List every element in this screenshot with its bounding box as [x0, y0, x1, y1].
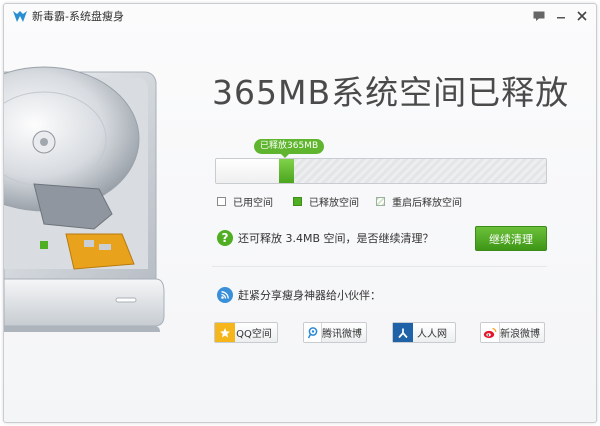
legend-used-label: 已用空间 [233, 198, 273, 209]
close-icon[interactable] [574, 8, 590, 24]
share-renren-button[interactable]: 人人网 [392, 322, 456, 343]
share-prompt: 赶紧分享瘦身神器给小伙伴： [217, 287, 381, 303]
sina-weibo-icon [481, 323, 500, 342]
legend-released: 已释放空间 [293, 194, 359, 209]
legend-reboot-label: 重启后释放空间 [392, 198, 462, 209]
feedback-icon[interactable] [531, 8, 547, 24]
qzone-star-icon [215, 323, 235, 342]
released-headline: 365MB系统空间已释放 [212, 73, 570, 112]
share-tencent-weibo-button[interactable]: 腾讯微博 [303, 322, 367, 343]
hard-drive-illustration [4, 66, 165, 332]
progress-released-segment [278, 159, 294, 183]
progress-used-segment [216, 159, 280, 183]
share-sina-weibo-label: 新浪微博 [500, 329, 540, 340]
share-feed-icon [217, 287, 233, 303]
share-prompt-text: 赶紧分享瘦身神器给小伙伴： [238, 289, 381, 302]
released-amount-bubble: 已释放365MB [254, 139, 325, 158]
continue-clean-button[interactable]: 继续清理 [475, 226, 547, 251]
legend-released-label: 已释放空间 [309, 198, 359, 209]
legend-reboot: 重启后释放空间 [376, 194, 462, 209]
question-icon: ? [217, 230, 233, 246]
divider [212, 266, 547, 267]
renren-icon [393, 323, 413, 342]
share-tencent-weibo-label: 腾讯微博 [322, 329, 362, 340]
legend-used: 已用空间 [217, 194, 273, 209]
window-title: 新毒霸-系统盘瘦身 [32, 10, 124, 23]
share-qzone-button[interactable]: QQ空间 [214, 322, 278, 343]
app-window: 新毒霸-系统盘瘦身 365MB系统空间已释放 已释放365MB 已用空间 已释放… [3, 3, 597, 423]
space-progress-bar [215, 158, 547, 184]
progress-remaining-segment [293, 159, 546, 183]
title-bar: 新毒霸-系统盘瘦身 [4, 4, 596, 30]
share-sina-weibo-button[interactable]: 新浪微博 [480, 322, 545, 343]
duba-logo-icon [13, 11, 27, 22]
legend-reboot-swatch [376, 197, 385, 206]
share-qzone-label: QQ空间 [236, 329, 272, 340]
minimize-icon[interactable] [553, 8, 569, 24]
legend-used-swatch [217, 197, 226, 206]
continue-question: ? 还可释放 3.4MB 空间，是否继续清理？ [217, 230, 434, 246]
tencent-weibo-icon [304, 323, 322, 342]
legend-released-swatch [293, 197, 302, 206]
question-text: 还可释放 3.4MB 空间，是否继续清理？ [238, 232, 434, 245]
share-renren-label: 人人网 [417, 329, 447, 340]
